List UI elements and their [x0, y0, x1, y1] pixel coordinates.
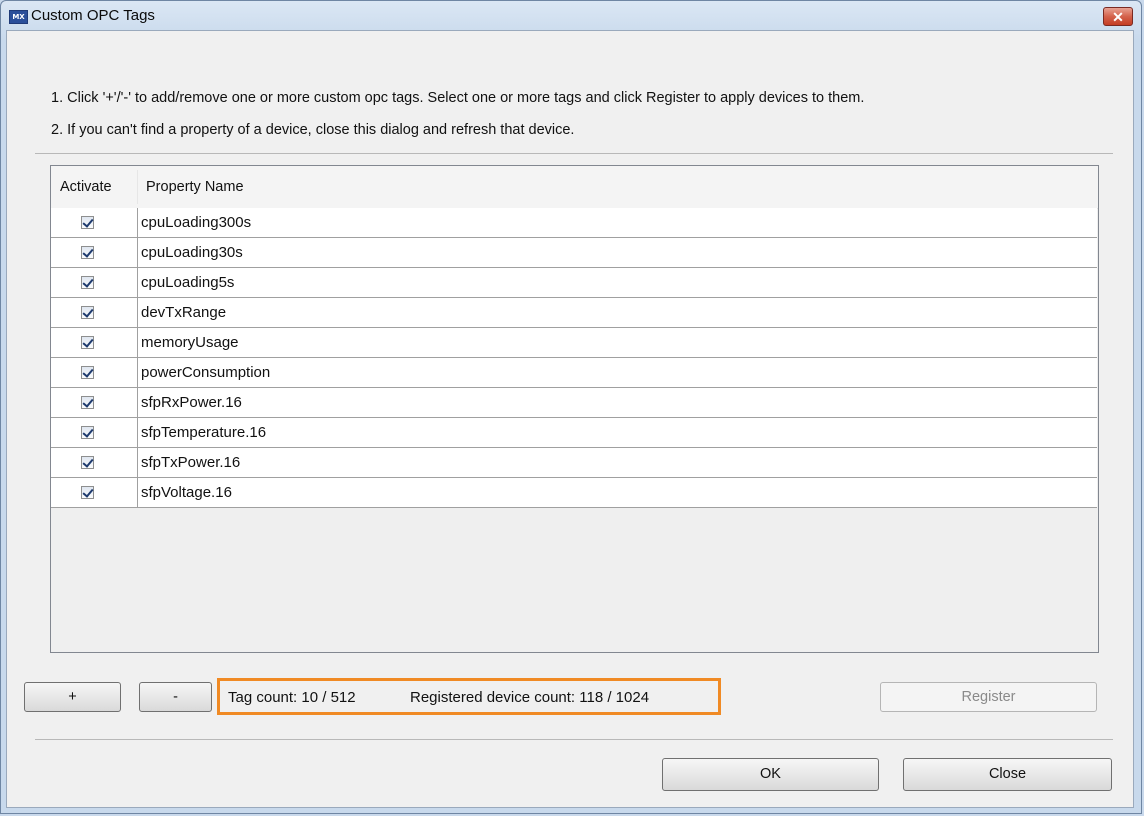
table-row[interactable]: sfpRxPower.16	[51, 388, 1097, 418]
activate-checkbox[interactable]	[81, 366, 94, 379]
property-name-cell: sfpTxPower.16	[141, 454, 241, 471]
activate-cell	[51, 238, 138, 267]
activate-checkbox[interactable]	[81, 306, 94, 319]
table-row[interactable]: cpuLoading300s	[51, 208, 1097, 238]
close-button[interactable]: Close	[903, 758, 1112, 791]
divider-top	[35, 153, 1113, 154]
tag-count-label: Tag count: 10 / 512	[228, 689, 356, 706]
property-name-cell: devTxRange	[141, 304, 227, 321]
activate-cell	[51, 358, 138, 387]
remove-tag-button[interactable]: -	[139, 682, 212, 712]
custom-tags-table: Activate Property Name cpuLoading300s cpu…	[50, 165, 1099, 653]
register-button[interactable]: Register	[880, 682, 1097, 712]
activate-checkbox[interactable]	[81, 426, 94, 439]
property-name-cell: cpuLoading5s	[141, 274, 235, 291]
activate-cell	[51, 478, 138, 507]
add-tag-button[interactable]: +	[24, 682, 121, 712]
activate-cell	[51, 208, 138, 237]
activate-checkbox[interactable]	[81, 336, 94, 349]
activate-cell	[51, 388, 138, 417]
activate-checkbox[interactable]	[81, 486, 94, 499]
property-name-cell: cpuLoading300s	[141, 214, 252, 231]
title-bar: MX Custom OPC Tags ✕	[1, 1, 1141, 31]
property-name-cell: sfpRxPower.16	[141, 394, 242, 411]
divider-bottom	[35, 739, 1113, 740]
column-header-activate[interactable]: Activate	[60, 179, 112, 195]
table-row[interactable]: sfpVoltage.16	[51, 478, 1097, 508]
dialog-title: Custom OPC Tags	[31, 7, 155, 24]
table-body: cpuLoading300s cpuLoading30s cpuLoading5s d…	[51, 208, 1097, 508]
app-icon: MX	[9, 10, 28, 24]
registered-device-count-label: Registered device count: 118 / 1024	[410, 689, 650, 706]
activate-checkbox[interactable]	[81, 276, 94, 289]
activate-checkbox[interactable]	[81, 246, 94, 259]
ok-button[interactable]: OK	[662, 758, 879, 791]
table-row[interactable]: cpuLoading30s	[51, 238, 1097, 268]
property-name-cell: powerConsumption	[141, 364, 271, 381]
activate-checkbox[interactable]	[81, 396, 94, 409]
counts-highlight-box: Tag count: 10 / 512 Registered device co…	[217, 678, 721, 715]
table-row[interactable]: devTxRange	[51, 298, 1097, 328]
table-row[interactable]: powerConsumption	[51, 358, 1097, 388]
property-name-cell: sfpVoltage.16	[141, 484, 232, 501]
instruction-line-2: 2. If you can't find a property of a dev…	[51, 122, 575, 138]
instruction-line-1: 1. Click '+'/'-' to add/remove one or mo…	[51, 90, 865, 106]
column-header-property-name[interactable]: Property Name	[146, 179, 244, 195]
activate-cell	[51, 298, 138, 327]
activate-checkbox[interactable]	[81, 456, 94, 469]
header-divider	[137, 170, 138, 204]
activate-cell	[51, 328, 138, 357]
activate-checkbox[interactable]	[81, 216, 94, 229]
activate-cell	[51, 448, 138, 477]
activate-cell	[51, 268, 138, 297]
table-row[interactable]: memoryUsage	[51, 328, 1097, 358]
table-row[interactable]: sfpTemperature.16	[51, 418, 1097, 448]
property-name-cell: cpuLoading30s	[141, 244, 243, 261]
property-name-cell: memoryUsage	[141, 334, 239, 351]
activate-cell	[51, 418, 138, 447]
table-row[interactable]: sfpTxPower.16	[51, 448, 1097, 478]
window-close-button[interactable]: ✕	[1103, 7, 1133, 26]
table-row[interactable]: cpuLoading5s	[51, 268, 1097, 298]
property-name-cell: sfpTemperature.16	[141, 424, 267, 441]
table-header: Activate Property Name	[51, 166, 1098, 209]
